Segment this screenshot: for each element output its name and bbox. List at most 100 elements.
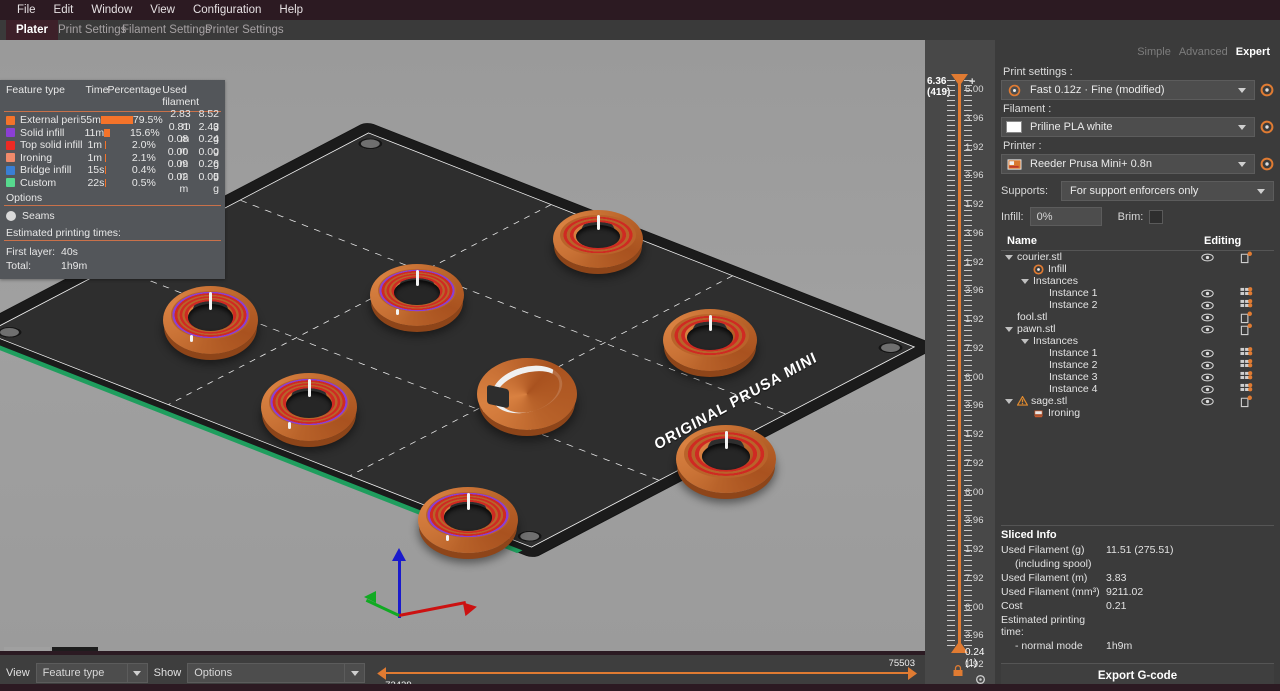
expander-icon[interactable] (1005, 398, 1013, 404)
sliced-info-row: Estimated printing time: - normal mode 1h9… (1001, 613, 1274, 653)
editing-icon-cell[interactable] (1218, 323, 1274, 336)
object-list-row[interactable]: sage.stl (1001, 395, 1274, 407)
expander-icon[interactable] (1005, 326, 1013, 332)
chevron-down-icon[interactable] (1238, 124, 1246, 130)
object-list-row[interactable]: Instances (1001, 275, 1274, 287)
mode-expert[interactable]: Expert (1236, 46, 1270, 58)
visibility-toggle[interactable] (1196, 373, 1218, 382)
object-list-row[interactable]: Infill (1001, 263, 1274, 275)
layer-slider-rail[interactable] (958, 84, 961, 643)
expander-icon[interactable] (1021, 278, 1029, 284)
model-courier-2[interactable] (370, 264, 464, 326)
object-list-row[interactable]: Instance 1 (1001, 346, 1274, 359)
chevron-down-icon[interactable] (1238, 87, 1246, 93)
print-settings-edit-button[interactable] (1260, 83, 1274, 97)
menu-edit[interactable]: Edit (45, 0, 83, 20)
layer-slider-tick-label: 3.96 (965, 112, 984, 124)
moves-range-lower-thumb[interactable] (377, 667, 387, 680)
legend-percentage-bar (104, 166, 132, 175)
visibility-toggle[interactable] (1196, 313, 1218, 322)
model-fool[interactable] (418, 487, 518, 553)
visibility-toggle[interactable] (1196, 349, 1218, 358)
expander-icon[interactable] (1005, 254, 1013, 260)
eye-icon (1200, 349, 1214, 357)
lock-icon[interactable] (952, 665, 964, 677)
expander-icon[interactable] (1021, 338, 1029, 344)
legend-row[interactable]: External perimeter55m79.5%2.83 m8.52 g (0, 108, 225, 132)
model-pawn-2[interactable] (663, 309, 757, 371)
legend-row[interactable]: Ironing 1m 2.1% 0.00 m 0.00 g (0, 146, 225, 170)
infill-combo[interactable]: 0% (1029, 207, 1102, 226)
visibility-toggle[interactable] (1196, 397, 1218, 406)
legend-feature-name: Bridge infill (20, 164, 72, 177)
main-tab-bar: Plater Print Settings Filament Settings … (0, 20, 1280, 40)
legend-feature-percentage: 0.5% (131, 176, 156, 189)
tab-printer-settings[interactable]: Printer Settings (195, 20, 294, 40)
legend-row[interactable]: Custom 22s 0.5% 0.02 m 0.05 g (0, 171, 225, 195)
view-type-combo[interactable]: Feature type (35, 663, 148, 683)
object-list-row[interactable]: Instance 4 (1001, 382, 1274, 395)
editing-icon-cell[interactable] (1218, 395, 1274, 408)
legend-row[interactable]: Solid infill 11m 15.6% 0.81 m 2.43 g (0, 121, 225, 145)
object-list-col-editing: Editing (1204, 235, 1242, 247)
menu-help[interactable]: Help (270, 0, 312, 20)
layer-slider-tick-label: 6.00 (965, 371, 984, 383)
visibility-toggle[interactable] (1196, 325, 1218, 334)
legend-row[interactable]: Bridge infill 15s 0.4% 0.09 m 0.26 g (0, 158, 225, 182)
editing-icon-cell[interactable] (1218, 251, 1274, 264)
visibility-toggle[interactable] (1196, 289, 1218, 298)
x-axis (398, 601, 467, 617)
visibility-toggle[interactable] (1196, 361, 1218, 370)
object-list-row[interactable]: Instances (1001, 335, 1274, 347)
3d-viewport[interactable]: ORIGINAL PRUSA MINI Feature type Time Pe… (0, 40, 925, 651)
object-settings-icon (1240, 251, 1252, 263)
mode-advanced[interactable]: Advanced (1179, 46, 1228, 58)
legend-row[interactable]: Top solid infill 1m 2.0% 0.08 m 0.24 g (0, 133, 225, 157)
menu-configuration[interactable]: Configuration (184, 0, 270, 20)
object-list-row-label: Instance 1 (1049, 287, 1098, 299)
supports-combo[interactable]: For support enforcers only (1061, 181, 1274, 201)
model-pawn-1[interactable] (553, 210, 643, 268)
print-settings-combo[interactable]: Fast 0.12z · Fine (modified) (1001, 80, 1255, 100)
show-combo[interactable]: Options (187, 663, 366, 683)
visibility-toggle[interactable] (1196, 253, 1218, 262)
object-list-row-label: Instance 4 (1049, 383, 1098, 395)
menu-window[interactable]: Window (82, 0, 141, 20)
model-pawn-4[interactable] (676, 425, 776, 493)
object-list-row[interactable]: fool.stl (1001, 311, 1274, 323)
chevron-down-icon[interactable] (1238, 161, 1246, 167)
printer-edit-button[interactable] (1260, 157, 1274, 171)
visibility-toggle[interactable] (1196, 301, 1218, 310)
preview-view-button[interactable] (52, 647, 98, 651)
editor-view-button[interactable] (4, 647, 50, 651)
legend-col-feature: Feature type (6, 84, 65, 96)
legend-option-seams[interactable]: Seams (0, 208, 225, 224)
visibility-toggle[interactable] (1196, 385, 1218, 394)
filament-combo[interactable]: Priline PLA white (1001, 117, 1255, 137)
object-list-row[interactable]: Instance 1 (1001, 286, 1274, 299)
model-sage[interactable] (477, 357, 577, 430)
layer-slider[interactable]: 6.36 (419) + 6.00 3.96 1.92 3.96 1.92 3.96 1.9… (925, 40, 995, 691)
menu-view[interactable]: View (141, 0, 184, 20)
mode-simple[interactable]: Simple (1137, 46, 1171, 58)
model-pawn-3[interactable] (261, 373, 357, 441)
printer-combo[interactable]: Reeder Prusa Mini+ 0.8n (1001, 154, 1255, 174)
object-list-row[interactable]: pawn.stl (1001, 323, 1274, 335)
object-list-row-label: fool.stl (1017, 311, 1048, 323)
chevron-down-icon[interactable] (344, 664, 364, 682)
object-list-row[interactable]: Instance 2 (1001, 298, 1274, 311)
moves-range-rail[interactable] (383, 672, 911, 674)
object-list-row[interactable]: courier.stl (1001, 251, 1274, 263)
menu-file[interactable]: File (8, 0, 45, 20)
object-list-row[interactable]: Instance 2 (1001, 358, 1274, 371)
chevron-down-icon[interactable] (126, 664, 147, 682)
eye-icon (1200, 289, 1214, 297)
object-list-row[interactable]: Instance 3 (1001, 370, 1274, 383)
object-list-row[interactable]: Ironing (1001, 407, 1274, 419)
ironing-icon (1033, 410, 1044, 418)
sliced-info-label: Cost (1001, 600, 1023, 612)
filament-edit-button[interactable] (1260, 120, 1274, 134)
model-courier-1[interactable] (163, 286, 258, 354)
chevron-down-icon[interactable] (1257, 188, 1265, 194)
brim-checkbox[interactable] (1149, 209, 1164, 224)
